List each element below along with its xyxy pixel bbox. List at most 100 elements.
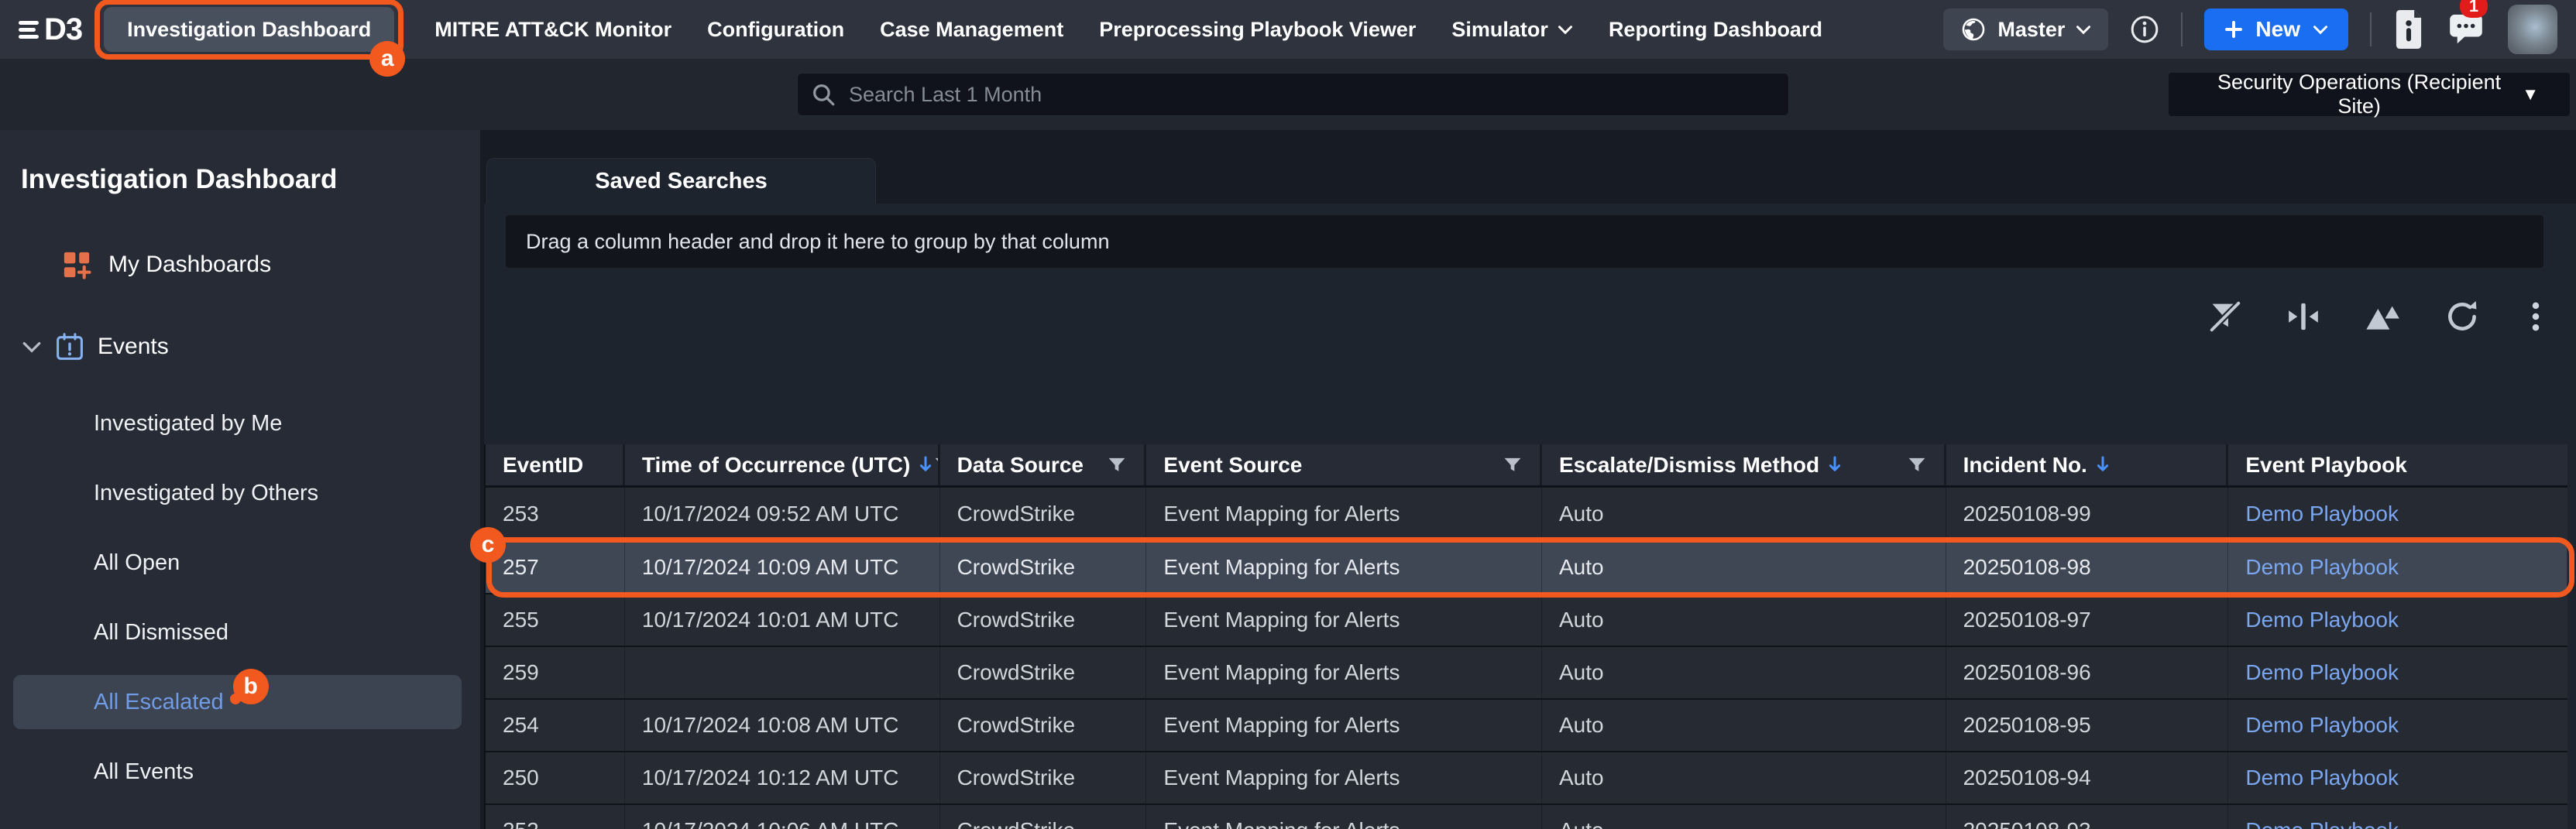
cell-event-source: Event Mapping for Alerts [1146, 542, 1542, 593]
simulator-label: Simulator [1451, 18, 1548, 42]
table-header-row: EventID Time of Occurrence (UTC) Data So… [486, 444, 2567, 488]
d3-logo-icon [19, 21, 39, 39]
events-calendar-icon [54, 331, 85, 362]
main-content: Saved Searches Drag a column header and … [484, 130, 2576, 829]
search-bar-row: Security Operations (Recipient Site) ▼ [0, 59, 2576, 130]
filter-icon[interactable] [1107, 455, 1127, 475]
sidebar-item-investigated-by-me[interactable]: Investigated by Me [0, 389, 480, 458]
nav-item-simulator[interactable]: Simulator [1451, 18, 1573, 42]
kebab-menu-icon[interactable] [2522, 300, 2550, 334]
table-body: 253 10/17/2024 09:52 AM UTC CrowdStrike … [486, 488, 2567, 829]
nav-item-reporting-dashboard[interactable]: Reporting Dashboard [1609, 18, 1822, 42]
tab-saved-searches[interactable]: Saved Searches [486, 158, 876, 204]
globe-icon [1960, 16, 1987, 43]
master-version-dropdown[interactable]: Master [1943, 9, 2108, 50]
sidebar-item-investigated-by-others[interactable]: Investigated by Others [0, 458, 480, 528]
playbook-link[interactable]: Demo Playbook [2245, 608, 2399, 632]
d3-logo[interactable]: D3 [19, 12, 82, 47]
notification-count-badge: 1 [2460, 0, 2488, 18]
cell-method: Auto [1542, 752, 1946, 803]
cell-event-source: Event Mapping for Alerts [1146, 488, 1542, 540]
resize-columns-icon[interactable] [2285, 298, 2322, 335]
grid-toolbar [2207, 298, 2550, 335]
playbook-link[interactable]: Demo Playbook [2245, 555, 2399, 580]
nav-item-configuration[interactable]: Configuration [707, 18, 844, 42]
site-selector-value: Security Operations (Recipient Site) [2196, 70, 2522, 118]
global-search[interactable] [797, 73, 1789, 116]
table-row-event-252[interactable]: 252 10/17/2024 10:06 AM UTC CrowdStrike … [486, 803, 2567, 829]
sidebar-item-all-events[interactable]: All Events [0, 737, 480, 807]
nav-item-investigation-dashboard[interactable]: Investigation Dashboard [104, 7, 394, 52]
cell-incident-no: 20250108-94 [1946, 752, 2229, 803]
sidebar-item-all-dismissed[interactable]: All Dismissed [0, 598, 480, 667]
column-header-eventid[interactable]: EventID [486, 444, 625, 485]
cell-incident-no: 20250108-98 [1946, 542, 2229, 593]
refresh-icon[interactable] [2444, 299, 2480, 334]
sidebar-group-events[interactable]: Events [0, 327, 480, 367]
sort-desc-icon [918, 455, 933, 475]
sidebar-item-all-open[interactable]: All Open [0, 528, 480, 598]
plus-icon [2224, 20, 2243, 39]
top-nav-bar: D3 Investigation Dashboard a MITRE ATT&C… [0, 0, 2576, 59]
column-header-event-playbook[interactable]: Event Playbook [2228, 444, 2567, 485]
cell-event-source: Event Mapping for Alerts [1146, 700, 1542, 751]
cell-method: Auto [1542, 594, 1946, 646]
nav-item-preprocessing-playbook-viewer[interactable]: Preprocessing Playbook Viewer [1099, 18, 1416, 42]
cell-method: Auto [1542, 805, 1946, 829]
cell-eventid: 252 [486, 805, 625, 829]
table-row-event-254[interactable]: 254 10/17/2024 10:08 AM UTC CrowdStrike … [486, 698, 2567, 751]
sidebar: Investigation Dashboard My Dashboards Ev… [0, 130, 480, 829]
playbook-link[interactable]: Demo Playbook [2245, 502, 2399, 526]
divider [2370, 12, 2372, 46]
search-icon [810, 81, 836, 108]
table-row-event-253[interactable]: 253 10/17/2024 09:52 AM UTC CrowdStrike … [486, 488, 2567, 540]
playbook-link[interactable]: Demo Playbook [2245, 766, 2399, 790]
selected-item-highlight [13, 675, 462, 729]
table-row-event-250[interactable]: 250 10/17/2024 10:12 AM UTC CrowdStrike … [486, 751, 2567, 803]
user-avatar[interactable] [2508, 5, 2557, 54]
playbook-link[interactable]: Demo Playbook [2245, 660, 2399, 685]
info-icon[interactable] [2130, 15, 2159, 44]
cell-eventid: 255 [486, 594, 625, 646]
cell-eventid: 259 [486, 647, 625, 698]
cell-incident-no: 20250108-99 [1946, 488, 2229, 540]
new-button[interactable]: New [2204, 9, 2348, 50]
filter-icon[interactable] [933, 455, 939, 475]
table-row-event-259[interactable]: 259 CrowdStrike Event Mapping for Alerts… [486, 646, 2567, 698]
cell-method: Auto [1542, 488, 1946, 540]
filter-icon[interactable] [1503, 455, 1523, 475]
saved-searches-panel: Drag a column header and drop it here to… [484, 204, 2576, 829]
cell-time: 10/17/2024 09:52 AM UTC [625, 488, 940, 540]
sidebar-title: Investigation Dashboard [21, 164, 337, 195]
events-subnav: Investigated by Me Investigated by Other… [0, 389, 480, 807]
notifications-icon[interactable]: 1 [2446, 12, 2486, 47]
search-input[interactable] [849, 83, 1776, 107]
d3-logo-text: D3 [44, 12, 82, 47]
table-row-event-257-selected[interactable]: 257 10/17/2024 10:09 AM UTC CrowdStrike … [486, 540, 2567, 593]
nav-item-mitre-attck-monitor[interactable]: MITRE ATT&CK Monitor [434, 18, 671, 42]
table-row-event-255[interactable]: 255 10/17/2024 10:01 AM UTC CrowdStrike … [486, 593, 2567, 646]
cell-event-source: Event Mapping for Alerts [1146, 805, 1542, 829]
cell-data-source: CrowdStrike [940, 700, 1147, 751]
nav-item-case-management[interactable]: Case Management [880, 18, 1063, 42]
autosize-columns-icon[interactable] [2364, 301, 2403, 332]
cell-method: Auto [1542, 647, 1946, 698]
playbook-link[interactable]: Demo Playbook [2245, 818, 2399, 829]
release-notes-icon[interactable] [2393, 10, 2424, 49]
cell-time [625, 647, 940, 698]
clear-filter-icon[interactable] [2207, 299, 2243, 334]
group-by-drop-zone[interactable]: Drag a column header and drop it here to… [506, 215, 2543, 268]
column-header-escalate-dismiss-method[interactable]: Escalate/Dismiss Method [1542, 444, 1946, 485]
column-header-data-source[interactable]: Data Source [940, 444, 1147, 485]
site-selector-dropdown[interactable]: Security Operations (Recipient Site) ▼ [2169, 73, 2570, 116]
column-header-incident-no[interactable]: Incident No. [1946, 444, 2229, 485]
column-header-time-of-occurrence[interactable]: Time of Occurrence (UTC) [625, 444, 940, 485]
cell-time: 10/17/2024 10:12 AM UTC [625, 752, 940, 803]
sidebar-item-my-dashboards[interactable]: My Dashboards [0, 245, 480, 285]
filter-icon[interactable] [1907, 455, 1927, 475]
sidebar-item-all-escalated[interactable]: All Escalated b [0, 667, 480, 737]
cell-time: 10/17/2024 10:01 AM UTC [625, 594, 940, 646]
cell-incident-no: 20250108-93 [1946, 805, 2229, 829]
column-header-event-source[interactable]: Event Source [1146, 444, 1542, 485]
playbook-link[interactable]: Demo Playbook [2245, 713, 2399, 738]
